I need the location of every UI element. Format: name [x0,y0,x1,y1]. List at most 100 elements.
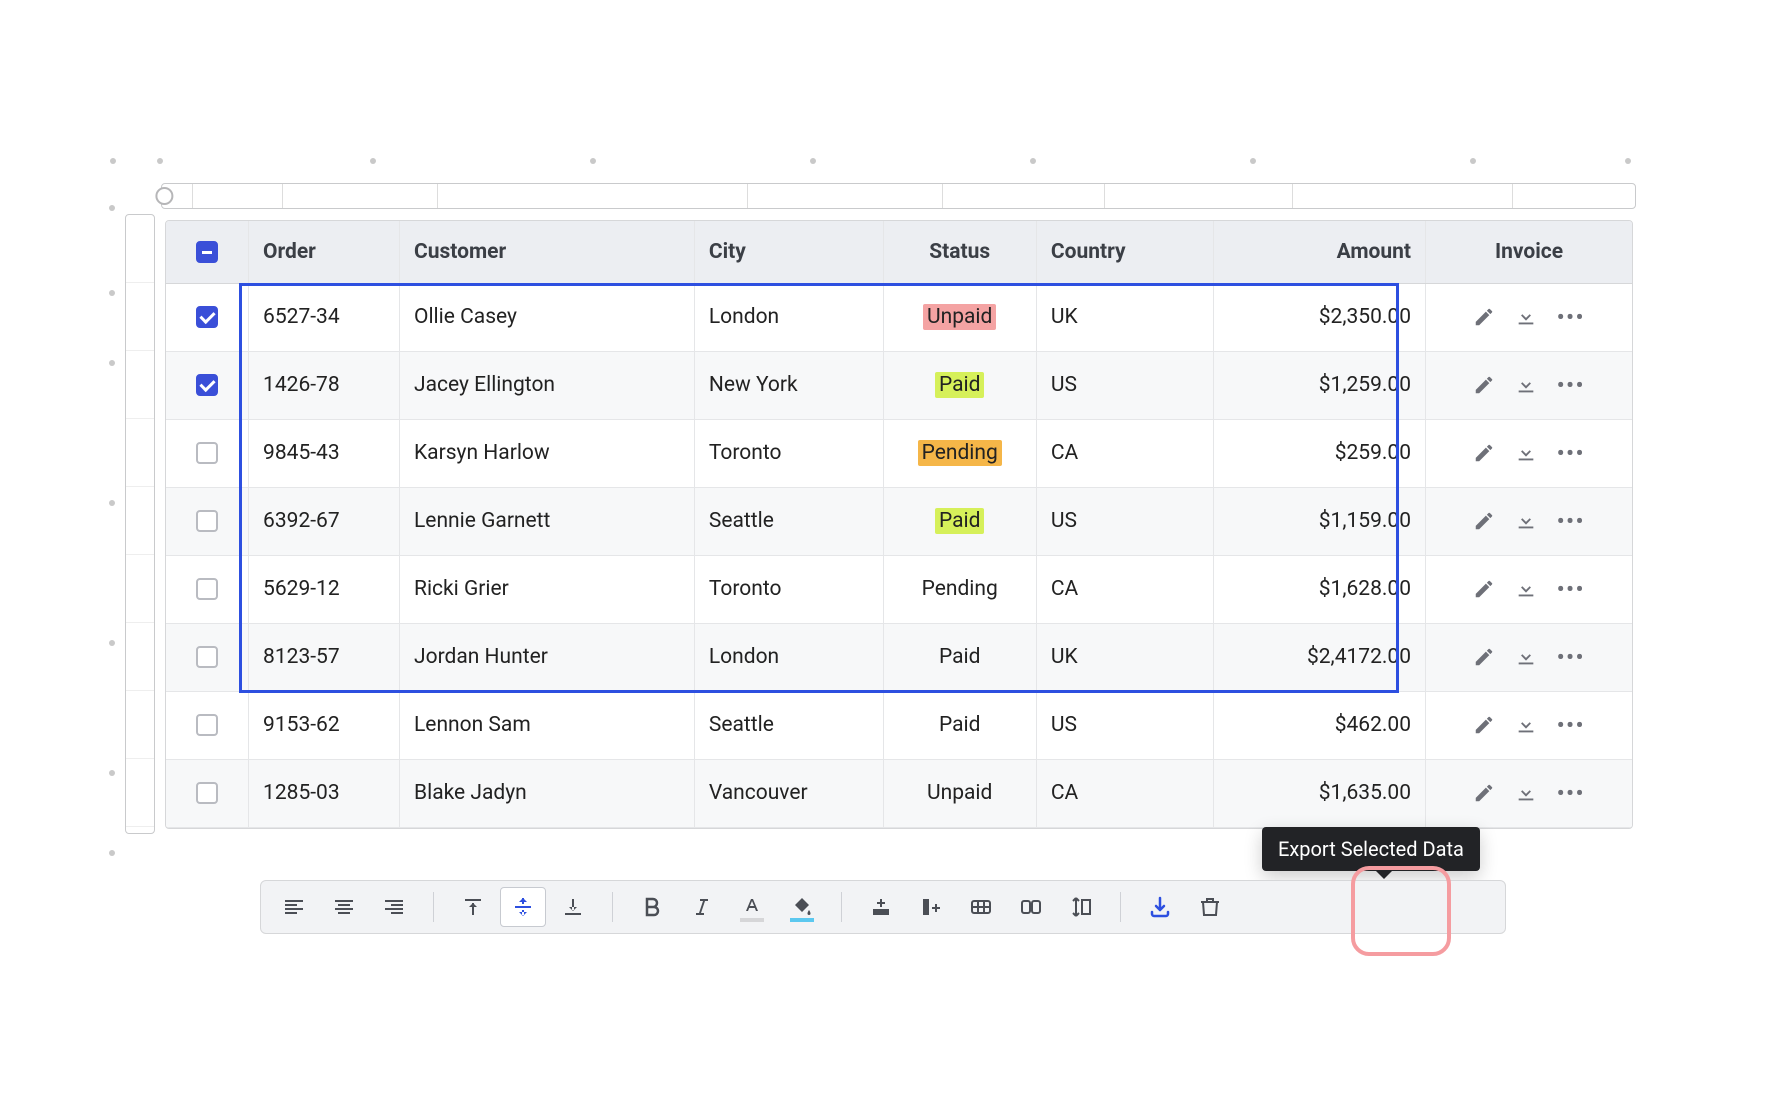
row-header-strip[interactable] [125,214,155,834]
cell-status[interactable]: Paid [883,623,1036,691]
cell-order[interactable]: 5629-12 [249,555,400,623]
cell-city[interactable]: Toronto [694,419,883,487]
cell-customer[interactable]: Lennie Garnett [400,487,695,555]
edit-icon[interactable] [1473,578,1495,600]
download-icon[interactable] [1515,374,1537,396]
cell-status[interactable]: Unpaid [883,759,1036,827]
cell-order[interactable]: 1426-78 [249,351,400,419]
align-center-button[interactable] [321,887,367,927]
cell-order[interactable]: 9153-62 [249,691,400,759]
edit-icon[interactable] [1473,306,1495,328]
download-icon[interactable] [1515,714,1537,736]
cell-order[interactable]: 1285-03 [249,759,400,827]
row-checkbox[interactable] [196,510,218,532]
cell-customer[interactable]: Lennon Sam [400,691,695,759]
row-checkbox[interactable] [196,646,218,668]
cell-country[interactable]: US [1036,351,1213,419]
row-checkbox[interactable] [196,374,218,396]
cell-country[interactable]: UK [1036,623,1213,691]
row-height-button[interactable] [1058,887,1104,927]
more-icon[interactable]: ••• [1557,713,1585,737]
row-checkbox[interactable] [196,782,218,804]
bold-button[interactable] [629,887,675,927]
fill-color-button[interactable] [779,887,825,927]
cell-status[interactable]: Pending [883,419,1036,487]
cell-order[interactable]: 6527-34 [249,283,400,351]
edit-icon[interactable] [1473,510,1495,532]
download-icon[interactable] [1515,646,1537,668]
align-left-button[interactable] [271,887,317,927]
cell-country[interactable]: US [1036,487,1213,555]
cell-amount[interactable]: $1,635.00 [1213,759,1425,827]
cell-city[interactable]: Vancouver [694,759,883,827]
cell-customer[interactable]: Ricki Grier [400,555,695,623]
more-icon[interactable]: ••• [1557,577,1585,601]
valign-middle-button[interactable] [500,887,546,927]
cell-amount[interactable]: $1,628.00 [1213,555,1425,623]
cell-amount[interactable]: $1,159.00 [1213,487,1425,555]
edit-icon[interactable] [1473,714,1495,736]
cell-city[interactable]: London [694,283,883,351]
cell-city[interactable]: New York [694,351,883,419]
more-icon[interactable]: ••• [1557,441,1585,465]
column-header-order[interactable]: Order [249,221,400,283]
more-icon[interactable]: ••• [1557,509,1585,533]
cell-city[interactable]: Seattle [694,487,883,555]
cell-city[interactable]: Seattle [694,691,883,759]
cell-city[interactable]: London [694,623,883,691]
edit-icon[interactable] [1473,442,1495,464]
cell-city[interactable]: Toronto [694,555,883,623]
select-all-checkbox[interactable] [196,241,218,263]
column-header-status[interactable]: Status [883,221,1036,283]
cell-amount[interactable]: $462.00 [1213,691,1425,759]
more-icon[interactable]: ••• [1557,645,1585,669]
edit-icon[interactable] [1473,374,1495,396]
cell-amount[interactable]: $2,350.00 [1213,283,1425,351]
column-header-amount[interactable]: Amount [1213,221,1425,283]
cell-amount[interactable]: $259.00 [1213,419,1425,487]
row-checkbox[interactable] [196,306,218,328]
cell-status[interactable]: Unpaid [883,283,1036,351]
insert-column-right-button[interactable] [908,887,954,927]
valign-bottom-button[interactable] [550,887,596,927]
download-icon[interactable] [1515,578,1537,600]
column-header-customer[interactable]: Customer [400,221,695,283]
export-selected-button[interactable] [1137,887,1183,927]
cell-order[interactable]: 8123-57 [249,623,400,691]
cell-country[interactable]: CA [1036,759,1213,827]
download-icon[interactable] [1515,782,1537,804]
cell-country[interactable]: CA [1036,419,1213,487]
align-right-button[interactable] [371,887,417,927]
cell-status[interactable]: Pending [883,555,1036,623]
cell-customer[interactable]: Jacey Ellington [400,351,695,419]
row-checkbox[interactable] [196,578,218,600]
cell-amount[interactable]: $2,4172.00 [1213,623,1425,691]
cell-country[interactable]: CA [1036,555,1213,623]
more-icon[interactable]: ••• [1557,781,1585,805]
edit-icon[interactable] [1473,646,1495,668]
insert-row-above-button[interactable] [858,887,904,927]
more-icon[interactable]: ••• [1557,373,1585,397]
cell-customer[interactable]: Ollie Casey [400,283,695,351]
edit-icon[interactable] [1473,782,1495,804]
column-header-country[interactable]: Country [1036,221,1213,283]
row-checkbox[interactable] [196,714,218,736]
cell-country[interactable]: US [1036,691,1213,759]
row-checkbox[interactable] [196,442,218,464]
column-header-city[interactable]: City [694,221,883,283]
cell-status[interactable]: Paid [883,691,1036,759]
download-icon[interactable] [1515,510,1537,532]
more-icon[interactable]: ••• [1557,305,1585,329]
cell-status[interactable]: Paid [883,351,1036,419]
column-header-strip[interactable] [161,183,1636,209]
italic-button[interactable] [679,887,725,927]
delete-button[interactable] [1187,887,1233,927]
download-icon[interactable] [1515,442,1537,464]
cell-order[interactable]: 6392-67 [249,487,400,555]
column-header-invoice[interactable]: Invoice [1426,221,1632,283]
cell-order[interactable]: 9845-43 [249,419,400,487]
cell-customer[interactable]: Blake Jadyn [400,759,695,827]
cell-amount[interactable]: $1,259.00 [1213,351,1425,419]
text-color-button[interactable] [729,887,775,927]
merge-cells-button[interactable] [958,887,1004,927]
